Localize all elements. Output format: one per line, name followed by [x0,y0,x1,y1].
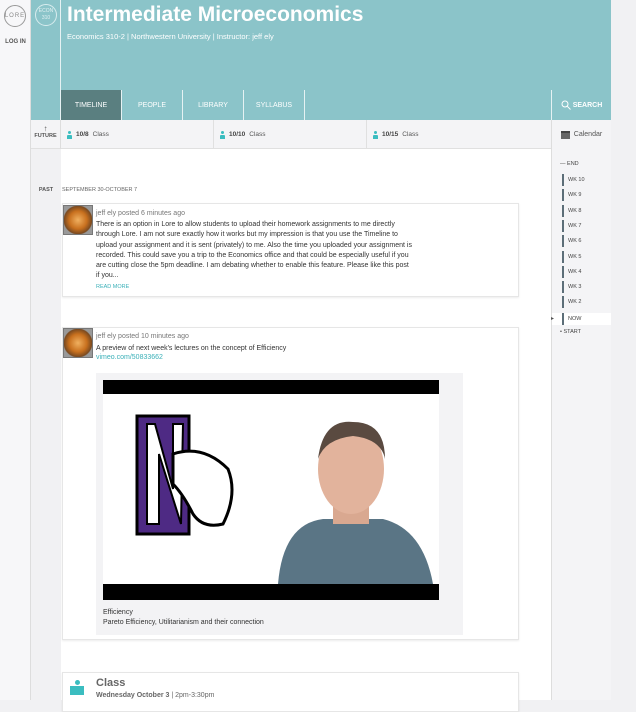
week-item[interactable]: WK 5 [562,250,581,263]
item-date: 10/8 [76,131,89,138]
tab-timeline[interactable]: TIMELINE [61,90,122,120]
start-label: START [563,329,581,335]
class-title: Class [96,677,126,689]
class-date: Wednesday October 3 [96,692,170,699]
class-icon [67,130,72,139]
item-date: 10/10 [229,131,246,138]
search-icon [561,100,571,110]
future-item[interactable]: 10/10 Class [214,120,367,149]
login-link[interactable]: LOG IN [0,38,31,46]
item-label: Class [249,131,266,138]
left-bar [0,0,31,700]
future-item[interactable]: 10/8 Class [61,120,214,149]
future-marker[interactable]: ↑ FUTURE [31,120,61,149]
avatar[interactable] [63,205,93,235]
video-frame-image [135,414,433,584]
read-more-link[interactable]: READ MORE [96,284,129,290]
week-item[interactable]: WK 4 [562,265,581,278]
tab-people[interactable]: PEOPLE [122,90,183,120]
class-icon [373,130,378,139]
current-position-icon: ▸ [551,316,555,322]
class-time: 2pm-3:30pm [175,692,215,699]
week-start[interactable]: • START [560,329,581,335]
course-subtitle: Economics 310-2 | Northwestern Universit… [67,32,274,41]
future-item[interactable]: 10/15 Class [367,120,551,149]
week-item[interactable]: WK 2 [562,296,581,309]
post-meta: jeff ely posted 6 minutes ago [96,210,185,217]
now-highlight [552,313,611,325]
week-item[interactable]: WK 8 [562,204,581,217]
calendar-label: Calendar [573,131,603,138]
search-label: SEARCH [572,101,603,109]
item-label: Class [402,131,419,138]
item-date: 10/15 [382,131,399,138]
calendar-icon [560,130,570,139]
week-item[interactable]: WK 6 [562,235,581,248]
lore-logo[interactable]: LORE [4,5,26,27]
week-item[interactable]: WK 3 [562,281,581,294]
tab-library[interactable]: LIBRARY [183,90,244,120]
week-end[interactable]: — END [560,161,579,167]
class-icon [220,130,225,139]
post-meta: jeff ely posted 10 minutes ago [96,333,189,340]
video-title: Efficiency [103,609,133,616]
video-link[interactable]: vimeo.com/50833662 [96,354,163,361]
arrow-up-icon: ↑ [43,124,48,133]
tab-syllabus[interactable]: SYLLABUS [244,90,305,120]
video-thumbnail[interactable] [103,380,439,600]
search-button[interactable]: SEARCH [551,90,611,120]
class-icon [70,680,84,696]
date-range: SEPTEMBER 30-OCTOBER 7 [62,187,138,193]
future-label: FUTURE [34,133,57,139]
post-body: There is an option in Lore to allow stud… [96,221,412,280]
page-title: Intermediate Microeconomics [67,3,364,26]
past-label: PAST [38,187,54,193]
week-item[interactable]: WK 9 [562,189,581,202]
course-badge: ECON 310 [35,4,57,26]
end-label: END [567,161,579,167]
week-item[interactable]: WK 7 [562,219,581,232]
calendar-button[interactable]: Calendar [551,120,611,149]
post-body: A preview of next week's lectures on the… [96,345,287,352]
video-description: Pareto Efficiency, Utilitarianism and th… [103,619,264,626]
week-item[interactable]: WK 10 [562,174,585,186]
item-label: Class [92,131,109,138]
week-now[interactable]: NOW [562,313,581,325]
avatar[interactable] [63,328,93,358]
